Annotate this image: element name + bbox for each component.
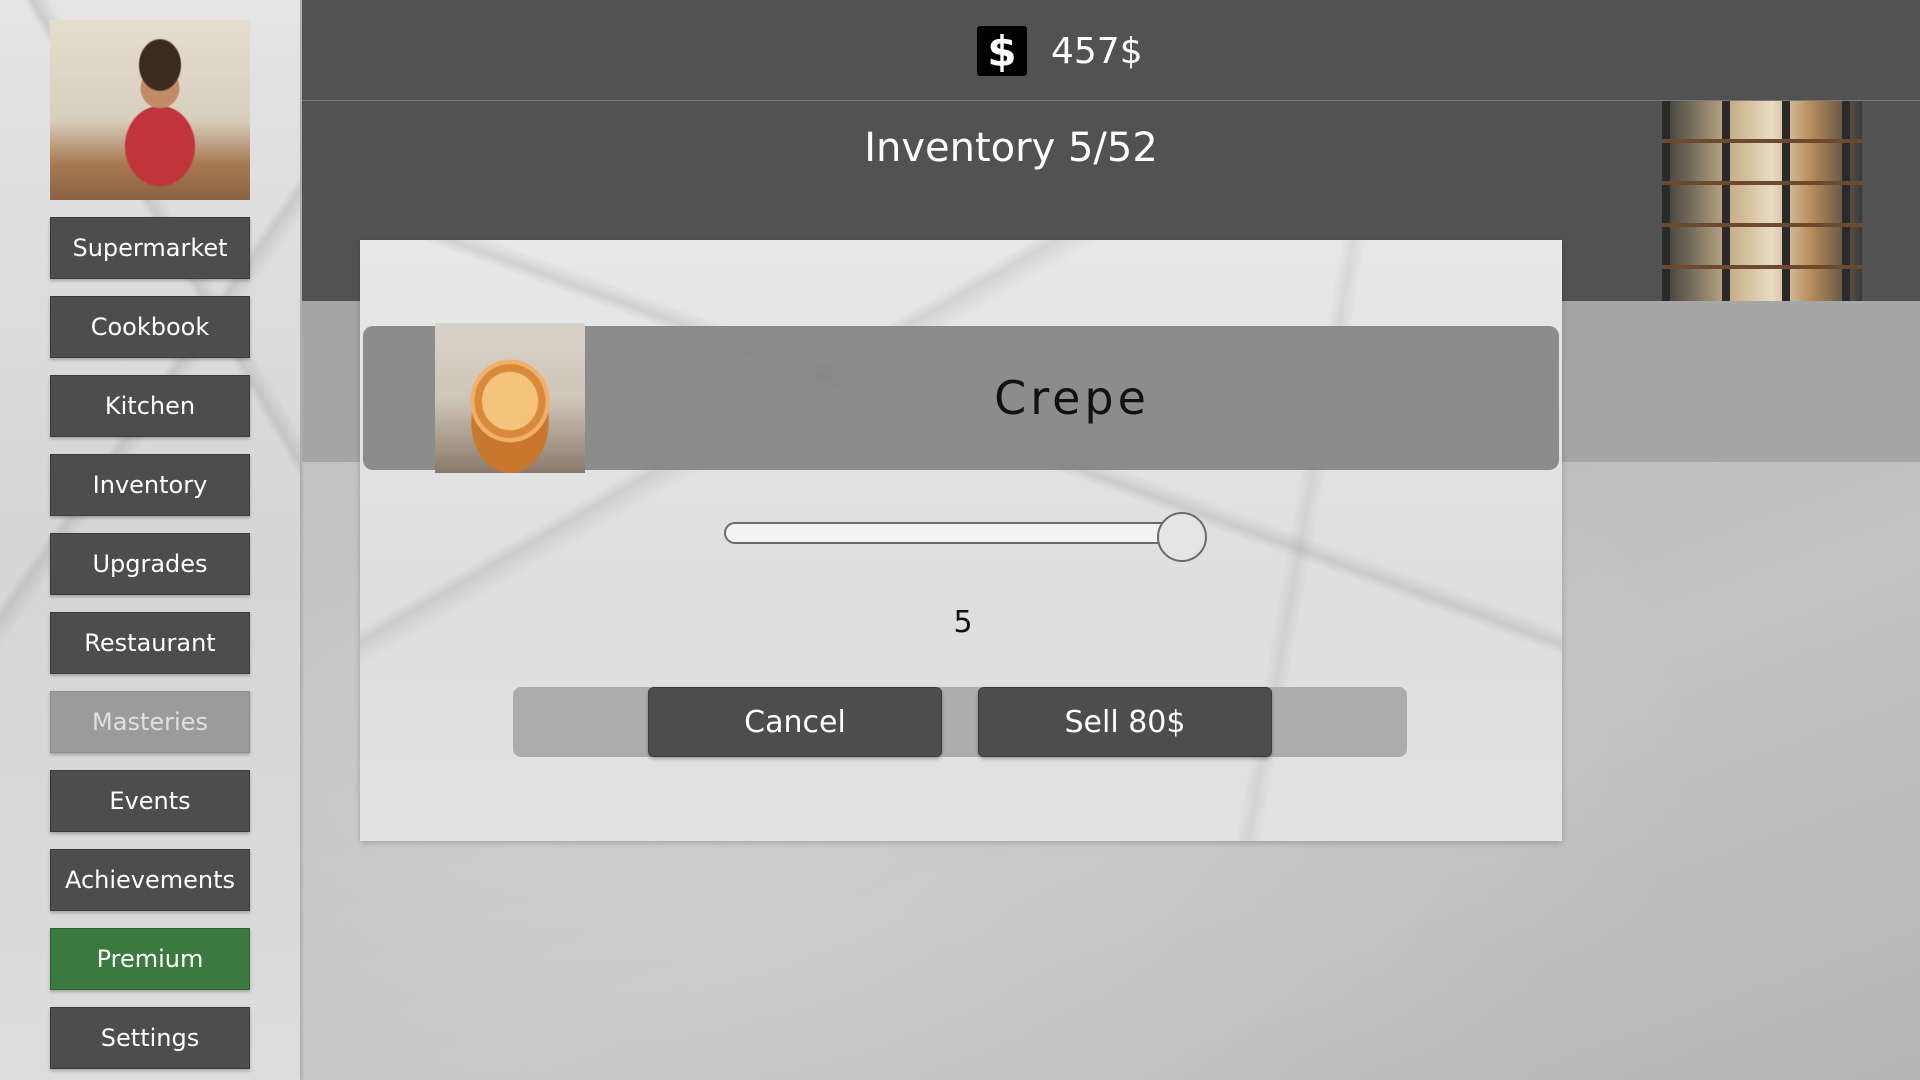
quantity-slider-thumb[interactable] <box>1157 512 1207 562</box>
sell-button[interactable]: Sell 80$ <box>978 687 1272 757</box>
pantry-image <box>1662 101 1862 301</box>
sidebar-item-kitchen[interactable]: Kitchen <box>50 375 250 437</box>
dollar-sign-icon: $ <box>977 26 1027 76</box>
money-amount: 457$ <box>1051 30 1143 72</box>
page-title: Inventory 5/52 <box>864 125 1158 171</box>
sidebar-item-events[interactable]: Events <box>50 770 250 832</box>
sidebar: Supermarket Cookbook Kitchen Inventory U… <box>0 0 300 1080</box>
item-row: Crepe <box>363 323 1559 473</box>
sidebar-item-supermarket[interactable]: Supermarket <box>50 217 250 279</box>
dialog-button-bar: Cancel Sell 80$ <box>513 687 1407 757</box>
item-name: Crepe <box>994 371 1150 425</box>
sidebar-item-premium[interactable]: Premium <box>50 928 250 990</box>
sidebar-item-masteries[interactable]: Masteries <box>50 691 250 753</box>
sidebar-item-achievements[interactable]: Achievements <box>50 849 250 911</box>
quantity-slider[interactable] <box>724 512 1207 562</box>
sidebar-item-restaurant[interactable]: Restaurant <box>50 612 250 674</box>
top-bar: $ 457$ <box>302 0 1920 101</box>
sell-dialog: Crepe 5 Cancel Sell 80$ <box>360 240 1562 841</box>
cancel-button[interactable]: Cancel <box>648 687 942 757</box>
chef-portrait-image <box>50 20 250 200</box>
sidebar-item-upgrades[interactable]: Upgrades <box>50 533 250 595</box>
money-display: $ 457$ <box>977 26 1143 76</box>
sidebar-item-settings[interactable]: Settings <box>50 1007 250 1069</box>
crepe-image <box>435 323 585 473</box>
sidebar-item-cookbook[interactable]: Cookbook <box>50 296 250 358</box>
sidebar-item-inventory[interactable]: Inventory <box>50 454 250 516</box>
quantity-value: 5 <box>953 605 973 640</box>
